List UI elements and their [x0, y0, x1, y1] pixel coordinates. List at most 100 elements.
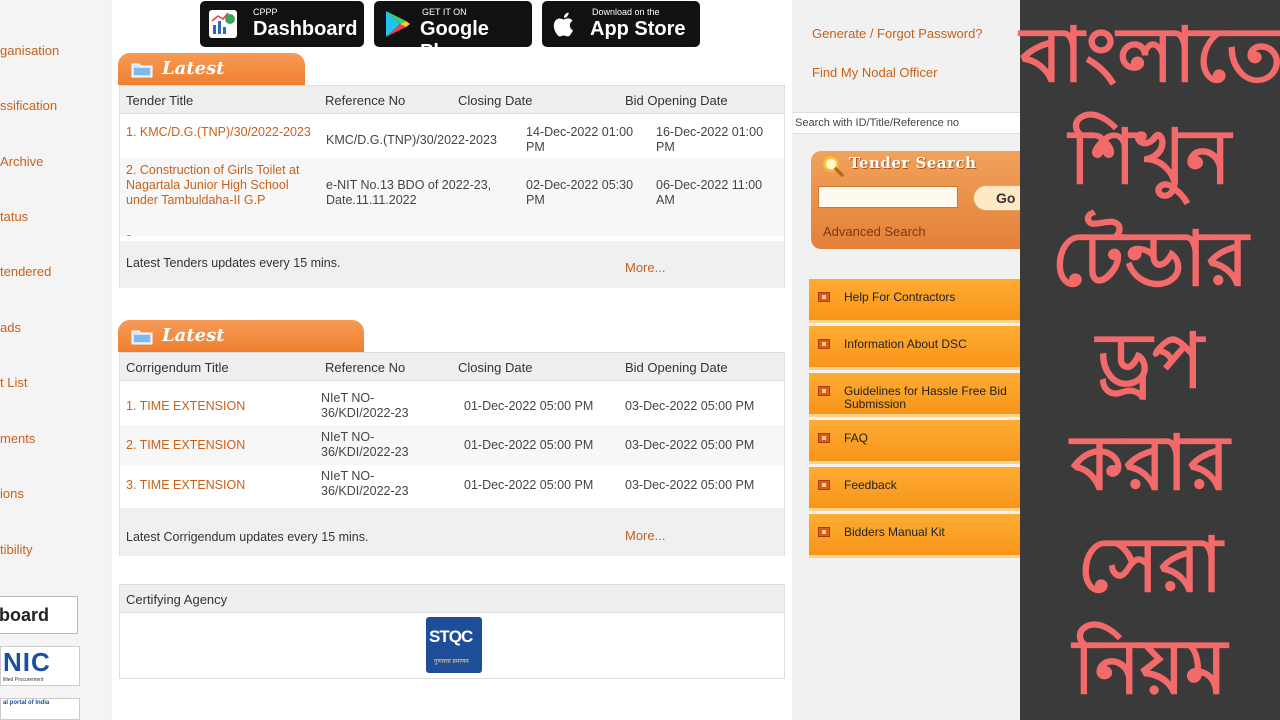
folder-icon	[131, 330, 153, 345]
app-store-button[interactable]: Download on the App Store	[542, 1, 700, 47]
help-item-guidelines[interactable]: Guidelines for Hassle Free Bid Submissio…	[809, 373, 1021, 417]
nav-item-compatibility[interactable]: tibility	[0, 542, 33, 557]
tender-search-box: Tender Search Go Advanced Search	[811, 151, 1031, 249]
cppp-dashboard-button[interactable]: CPPP Dashboard	[200, 1, 364, 47]
nav-item-tendered[interactable]: tendered	[0, 264, 51, 279]
nav-item-downloads[interactable]: ads	[0, 320, 21, 335]
help-item-dsc[interactable]: Information About DSC	[809, 326, 1021, 370]
corrigendums-more-link[interactable]: More...	[625, 528, 665, 543]
tender-search-input[interactable]	[818, 186, 958, 208]
latest-tenders-tab: Latest Tenders	[118, 53, 305, 111]
latest-corrigendums-tab: Latest Corrigendums	[118, 320, 364, 378]
tender-closing-date: 14-Dec-2022 01:00 PM	[526, 125, 634, 154]
nav-item-options[interactable]: ions	[0, 486, 24, 501]
corrigendum-opening-date: 03-Dec-2022 05:00 PM	[625, 438, 755, 452]
help-item-label: Information About DSC	[844, 337, 967, 351]
nav-item-organisation[interactable]: ganisation	[0, 43, 59, 58]
portal-logo[interactable]: al portal of India	[0, 698, 80, 720]
corrigendum-reference: NIeT NO-36/KDI/2022-23	[321, 430, 409, 459]
google-play-button[interactable]: GET IT ON Google Play	[374, 1, 532, 63]
google-play-icon	[386, 11, 410, 37]
column-header-closing-date: Closing Date	[458, 360, 533, 375]
tenders-update-note: Latest Tenders updates every 15 mins.	[126, 256, 341, 270]
overlay-line: সেরা	[1077, 520, 1223, 609]
nav-item-archive[interactable]: Archive	[0, 154, 43, 169]
tender-reference: e-NIT No.13 BDO of 2022-23, Date.11.11.2…	[326, 178, 492, 207]
help-item-label: Guidelines for Hassle Free Bid Submissio…	[844, 384, 1007, 411]
help-item-label: Bidders Manual Kit	[844, 525, 945, 539]
bullet-icon	[818, 292, 830, 302]
corrigendums-footer: Latest Corrigendum updates every 15 mins…	[120, 508, 784, 556]
tenders-more-link[interactable]: More...	[625, 260, 665, 275]
help-item-bidders-manual[interactable]: Bidders Manual Kit	[809, 514, 1021, 558]
help-item-feedback[interactable]: Feedback	[809, 467, 1021, 511]
overlay-line: শিখুন	[1069, 112, 1231, 201]
help-item-faq[interactable]: FAQ	[809, 420, 1021, 464]
corrigendum-closing-date: 01-Dec-2022 05:00 PM	[464, 438, 594, 452]
dashboard-chart-icon	[209, 10, 237, 38]
column-header-reference-no: Reference No	[325, 93, 406, 108]
find-nodal-officer-link[interactable]: Find My Nodal Officer	[812, 65, 937, 80]
latest-corrigendums-panel: Corrigendum Title Reference No Closing D…	[119, 352, 785, 556]
play-big-label: Google Play	[420, 18, 489, 63]
latest-tenders-panel: Tender Title Reference No Closing Date B…	[119, 85, 785, 288]
table-row: 2. Construction of Girls Toilet at Nagar…	[120, 158, 784, 236]
stqc-logo[interactable]: STQC गुणवत्ता प्रमाणन	[426, 617, 482, 673]
nav-item-classification[interactable]: ssification	[0, 98, 57, 113]
certifying-agency-header: Certifying Agency	[120, 585, 784, 613]
corrigendum-reference: NIeT NO-36/KDI/2022-23	[321, 469, 409, 498]
tenders-footer: Latest Tenders updates every 15 mins. Mo…	[120, 241, 784, 288]
cppp-small-label: CPPP	[253, 7, 278, 17]
corrigendum-closing-date: 01-Dec-2022 05:00 PM	[464, 399, 594, 413]
apple-icon	[553, 12, 573, 37]
magnifier-icon	[823, 156, 844, 177]
bullet-icon	[818, 339, 830, 349]
play-small-label: GET IT ON	[422, 7, 467, 17]
bengali-title-overlay: বাংলাতে শিখুন টেন্ডার ড্রপ করার সেরা নিয…	[1020, 0, 1280, 720]
apple-small-label: Download on the	[592, 7, 660, 17]
nic-logo-text: NIC	[3, 647, 51, 677]
corrigendum-title-link[interactable]: 1. TIME EXTENSION	[126, 399, 245, 414]
folder-icon	[131, 63, 153, 78]
tender-title-link-partial[interactable]: 3	[126, 232, 132, 236]
stqc-logo-subtext: गुणवत्ता प्रमाणन	[434, 659, 469, 665]
tender-title-link[interactable]: 2. Construction of Girls Toilet at Nagar…	[126, 163, 311, 208]
help-item-label: FAQ	[844, 431, 869, 445]
corrigendum-title-link[interactable]: 2. TIME EXTENSION	[126, 438, 245, 453]
column-header-reference-no: Reference No	[325, 360, 406, 375]
corrigendum-closing-date: 01-Dec-2022 05:00 PM	[464, 478, 594, 492]
bullet-icon	[818, 480, 830, 490]
corrigendum-title-link[interactable]: 3. TIME EXTENSION	[126, 478, 245, 493]
generate-password-link[interactable]: Generate / Forgot Password?	[812, 26, 983, 41]
bullet-icon	[818, 527, 830, 537]
corrigendum-opening-date: 03-Dec-2022 05:00 PM	[625, 399, 755, 413]
column-header-corrigendum-title: Corrigendum Title	[126, 360, 229, 375]
tender-title-link[interactable]: 1. KMC/D.G.(TNP)/30/2022-2023	[126, 125, 311, 140]
nav-item-documents[interactable]: ments	[0, 431, 35, 446]
tender-opening-date: 06-Dec-2022 11:00 AM	[656, 178, 763, 207]
help-item-contractors[interactable]: Help For Contractors	[809, 279, 1021, 323]
certifying-agency-title: Certifying Agency	[126, 592, 228, 607]
certifying-agency-panel: Certifying Agency STQC गुणवत्ता प्रमाणन	[119, 584, 785, 679]
overlay-line: নিয়ম	[1072, 622, 1228, 711]
column-header-tender-title: Tender Title	[126, 93, 194, 108]
tender-reference: KMC/D.G.(TNP)/30/2022-2023	[326, 133, 497, 147]
overlay-line: টেন্ডার	[1051, 214, 1249, 303]
help-item-label: Feedback	[844, 478, 897, 492]
dashboard-link[interactable]: board	[0, 596, 78, 634]
main-content: CPPP Dashboard GET IT ON Google Play Dow…	[112, 0, 792, 720]
corrigendum-reference: NIeT NO-36/KDI/2022-23	[321, 391, 409, 420]
tenders-table-header: Tender Title Reference No Closing Date B…	[120, 86, 784, 114]
corrigendum-opening-date: 03-Dec-2022 05:00 PM	[625, 478, 755, 492]
nav-item-list[interactable]: t List	[0, 375, 27, 390]
overlay-line: করার	[1070, 418, 1230, 507]
apple-big-label: App Store	[590, 18, 686, 40]
left-nav: ganisation ssification Archive tatus ten…	[0, 0, 110, 720]
advanced-search-link[interactable]: Advanced Search	[823, 224, 926, 239]
tender-search-title: Tender Search	[849, 154, 977, 172]
nic-logo[interactable]: NIC lified Procurement	[0, 646, 80, 686]
search-hint-label: Search with ID/Title/Reference no	[793, 112, 1020, 134]
column-header-bid-opening-date: Bid Opening Date	[625, 93, 728, 108]
nav-item-status[interactable]: tatus	[0, 209, 28, 224]
table-row: 2. TIME EXTENSION NIeT NO-36/KDI/2022-23…	[120, 425, 784, 465]
